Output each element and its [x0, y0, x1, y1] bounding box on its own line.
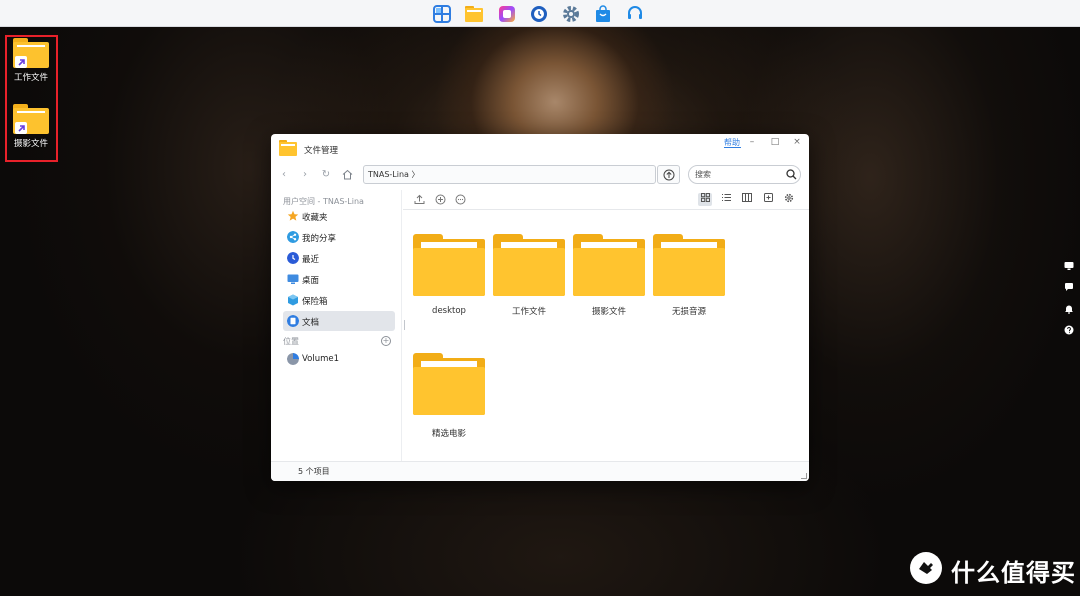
settings-icon[interactable] — [782, 193, 796, 206]
desktop-shortcut-work-files[interactable]: 工作文件 — [8, 38, 54, 83]
recent-icon — [287, 252, 299, 264]
monitor-icon[interactable] — [1063, 261, 1075, 273]
desktop-shortcut-label: 摄影文件 — [13, 139, 48, 149]
sidebar-item-recent[interactable]: 最近 — [283, 248, 395, 268]
document-icon — [287, 315, 299, 327]
window-titlebar[interactable]: 文件管理 帮助 – □ × — [271, 134, 809, 162]
sidebar-item-desktop[interactable]: 桌面 — [283, 269, 395, 289]
minimize-button[interactable]: – — [745, 136, 759, 148]
folder-icon — [653, 234, 725, 296]
arrow-up-circle-icon — [663, 169, 674, 180]
backup-icon[interactable] — [529, 4, 549, 24]
back-icon[interactable]: ‹ — [278, 169, 290, 181]
sidebar-item-label: Volume1 — [302, 354, 340, 364]
shortcut-arrow-icon — [15, 122, 27, 134]
add-location-icon[interactable]: + — [381, 336, 391, 346]
status-bar: 5 个项目 — [271, 461, 809, 481]
window-resize-handle[interactable] — [801, 473, 807, 479]
sidebar: 用户空间 - TNAS-Lina 收藏夹 我的分享 最近 桌面 保险箱 文档 位… — [271, 190, 402, 461]
sidebar-item-volume1[interactable]: Volume1 — [283, 349, 395, 369]
sidebar-item-label: 桌面 — [302, 276, 320, 286]
window-toolbar: ‹ › ↻ TNAS-Lina 〉 搜索 — [271, 162, 809, 188]
file-manager-icon[interactable] — [464, 4, 484, 24]
home-icon[interactable] — [341, 169, 353, 181]
folder-name: 摄影文件 — [591, 307, 626, 317]
folder-name: 无损音源 — [671, 307, 706, 317]
help-link-underline — [724, 147, 741, 148]
control-panel-icon[interactable] — [432, 4, 452, 24]
sidebar-item-label: 保险箱 — [302, 297, 328, 307]
folder-icon — [13, 38, 49, 68]
app-center-icon[interactable] — [593, 4, 613, 24]
safe-box-icon — [288, 294, 298, 306]
top-dock — [0, 0, 1080, 27]
star-icon — [287, 210, 299, 221]
path-bar[interactable]: TNAS-Lina 〉 — [363, 165, 656, 184]
folder-icon — [13, 104, 49, 134]
folder-icon — [573, 234, 645, 296]
upload-icon[interactable] — [414, 194, 425, 205]
sidebar-item-label: 文档 — [302, 318, 320, 328]
sidebar-item-label: 我的分享 — [302, 234, 337, 244]
folder-name: desktop — [432, 306, 466, 316]
go-up-button[interactable] — [657, 165, 680, 184]
help-icon[interactable] — [1063, 325, 1075, 337]
list-view-icon[interactable] — [719, 193, 733, 206]
folder-icon — [413, 234, 485, 296]
settings-icon[interactable] — [561, 4, 581, 24]
file-manager-icon — [279, 140, 297, 156]
sidebar-location-header: 位置 — [283, 337, 299, 346]
monitor-icon — [287, 274, 299, 284]
watermark-text: 什么值得买 — [951, 559, 1076, 587]
search-input[interactable]: 搜索 — [688, 165, 801, 184]
shortcut-arrow-icon — [15, 56, 27, 68]
bell-icon[interactable] — [1063, 304, 1075, 316]
folder-item-desktop[interactable]: desktop — [409, 234, 489, 316]
sidebar-item-my-shares[interactable]: 我的分享 — [283, 227, 395, 247]
folder-name: 工作文件 — [511, 307, 546, 317]
folder-icon — [413, 353, 485, 415]
sidebar-item-label: 收藏夹 — [302, 213, 328, 223]
sidebar-item-favorites[interactable]: 收藏夹 — [283, 206, 395, 226]
add-circle-icon[interactable] — [435, 194, 446, 205]
maximize-button[interactable]: □ — [768, 136, 782, 148]
content-toolbar — [403, 190, 809, 210]
watermark-logo — [910, 552, 942, 584]
search-icon[interactable] — [786, 169, 797, 180]
new-folder-icon[interactable] — [761, 193, 775, 206]
volume-disk-icon — [287, 353, 299, 365]
column-view-icon[interactable] — [740, 193, 754, 206]
folder-icon — [493, 234, 565, 296]
more-options-icon[interactable] — [455, 194, 466, 205]
sidebar-item-safe[interactable]: 保险箱 — [283, 290, 395, 310]
folder-name: 精选电影 — [431, 429, 466, 439]
refresh-icon[interactable]: ↻ — [320, 169, 332, 181]
support-icon[interactable] — [625, 4, 645, 24]
folder-item-photo-files[interactable]: 摄影文件 — [569, 234, 649, 317]
photos-icon[interactable] — [497, 4, 517, 24]
folder-item-selected-movies[interactable]: 精选电影 — [409, 353, 489, 439]
sidebar-resize-handle[interactable] — [404, 320, 405, 330]
chat-icon[interactable] — [1063, 282, 1075, 294]
desktop-shortcut-photo-files[interactable]: 摄影文件 — [8, 104, 54, 149]
close-button[interactable]: × — [790, 136, 804, 148]
folder-item-work-files[interactable]: 工作文件 — [489, 234, 569, 317]
forward-icon[interactable]: › — [299, 169, 311, 181]
desktop-shortcut-label: 工作文件 — [13, 73, 48, 83]
folder-item-lossless-audio[interactable]: 无损音源 — [649, 234, 729, 317]
share-icon — [287, 231, 299, 243]
file-manager-window: 文件管理 帮助 – □ × ‹ › ↻ TNAS-Lina 〉 搜索 用户空间 … — [271, 134, 809, 481]
sidebar-item-documents[interactable]: 文档 — [283, 311, 395, 331]
window-title: 文件管理 — [304, 146, 339, 156]
grid-view-icon[interactable] — [698, 193, 712, 206]
sidebar-item-label: 最近 — [302, 255, 320, 265]
